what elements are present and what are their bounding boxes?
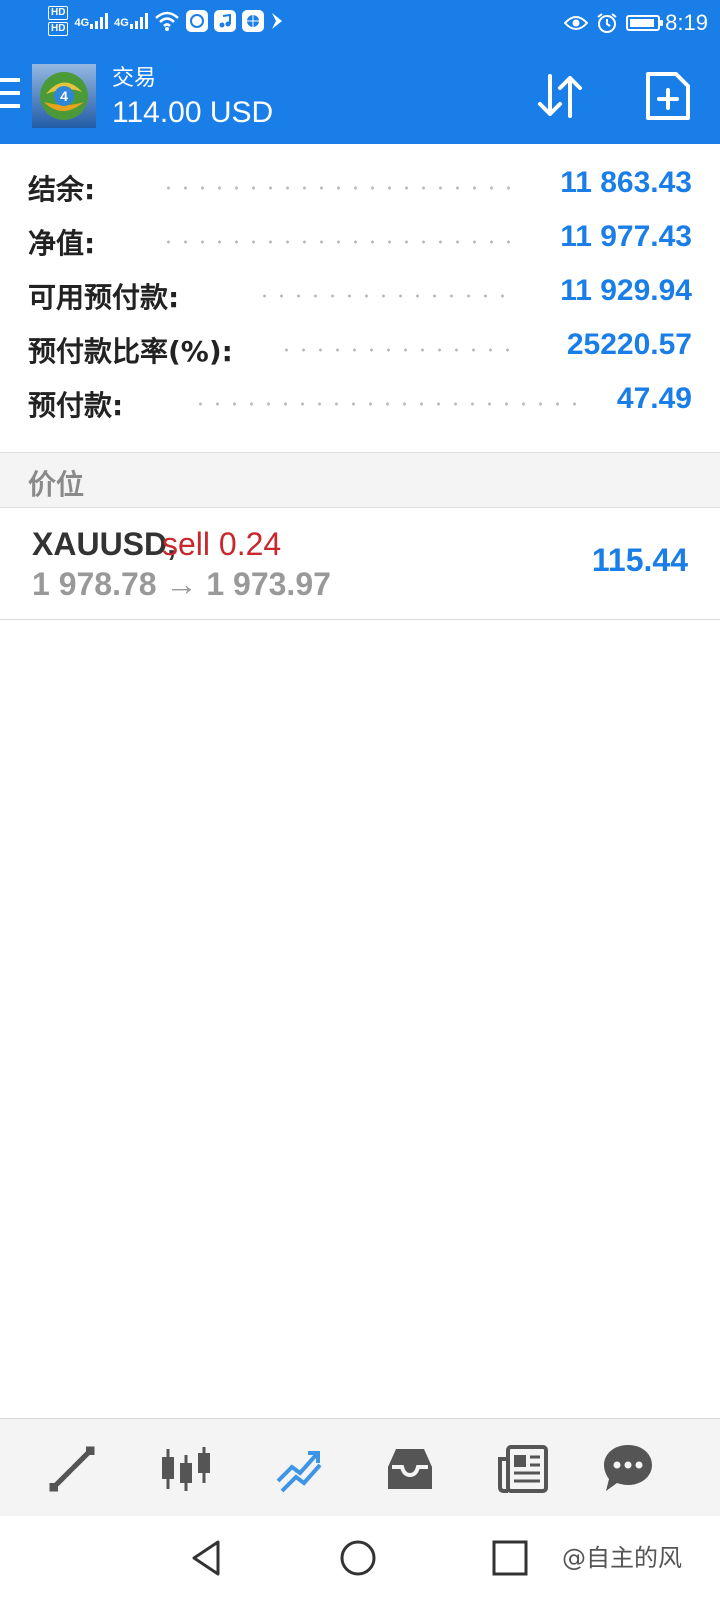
- hd-badge: HD: [48, 6, 69, 20]
- dotted-leader: [160, 240, 512, 244]
- wifi-icon: [154, 11, 179, 31]
- dotted-leader: [256, 294, 512, 298]
- account-profit: 114.00 USD: [112, 96, 274, 129]
- position-symbol: XAUUSD,: [32, 526, 177, 562]
- cell-signal-icon: 4G: [74, 13, 109, 29]
- position-prices: 1 978.78 → 1 973.97: [32, 566, 331, 602]
- battery-icon: [626, 15, 663, 31]
- network-type: 4G: [114, 17, 129, 29]
- dotted-leader: [160, 186, 512, 190]
- summary-label: 结余:: [28, 173, 96, 206]
- position-row[interactable]: XAUUSD, sell 0.24 1 978.78 → 1 973.97 11…: [0, 508, 720, 620]
- back-icon[interactable]: [184, 1536, 228, 1580]
- new-order-icon[interactable]: [644, 70, 692, 122]
- summary-label: 可用预付款:: [28, 281, 180, 314]
- summary-label: 净值:: [28, 227, 96, 260]
- summary-label: 预付款:: [28, 389, 124, 422]
- browser-icon: [241, 10, 264, 32]
- status-left: HD HD 4G 4G: [48, 6, 284, 36]
- status-bar: HD HD 4G 4G 8:19: [0, 0, 720, 48]
- summary-row-balance: 结余: 11 863.43: [0, 158, 720, 212]
- chat-icon[interactable]: [600, 1441, 656, 1497]
- bottom-navigation: [0, 1418, 720, 1516]
- summary-value: 11 977.43: [560, 220, 692, 253]
- summary-value: 11 929.94: [560, 274, 692, 307]
- hd-indicators: HD HD: [48, 6, 69, 36]
- eye-icon: [564, 16, 588, 30]
- status-right: [564, 12, 663, 34]
- position-profit: 115.44: [591, 542, 688, 578]
- position-side: sell 0.24: [162, 526, 282, 562]
- dotted-leader: [278, 348, 518, 352]
- account-summary: 结余: 11 863.43 净值: 11 977.43 可用预付款: 11 92…: [0, 158, 720, 428]
- clock: 8:19: [665, 10, 708, 35]
- svg-text:4: 4: [60, 88, 68, 104]
- sort-icon[interactable]: [534, 70, 586, 122]
- watermark: @自主的风: [562, 1544, 682, 1572]
- trade-icon[interactable]: [270, 1441, 326, 1497]
- quotes-icon[interactable]: [44, 1441, 100, 1497]
- positions-section-header: 价位: [0, 452, 720, 508]
- music-icon: [213, 10, 236, 32]
- summary-row-margin: 预付款: 47.49: [0, 374, 720, 428]
- summary-label: 预付款比率(%):: [28, 335, 233, 368]
- notification-app-icon: [185, 10, 208, 32]
- recents-icon[interactable]: [488, 1536, 532, 1580]
- news-icon[interactable]: [496, 1441, 552, 1497]
- network-type: 4G: [74, 17, 90, 29]
- dotted-leader: [192, 402, 576, 406]
- home-icon[interactable]: [336, 1536, 380, 1580]
- history-icon[interactable]: [382, 1441, 438, 1497]
- summary-value: 47.49: [616, 382, 692, 415]
- cell-signal-icon: 4G: [114, 13, 148, 29]
- summary-value: 11 863.43: [560, 166, 692, 199]
- menu-icon[interactable]: [0, 78, 20, 108]
- summary-row-margin-level: 预付款比率(%): 25220.57: [0, 320, 720, 374]
- metatrader-logo: 4: [32, 64, 96, 128]
- hd-badge: HD: [48, 22, 69, 36]
- page-title: 交易: [112, 66, 157, 91]
- summary-value: 25220.57: [566, 328, 692, 361]
- summary-row-equity: 净值: 11 977.43: [0, 212, 720, 266]
- app-bar: 4 交易 114.00 USD: [0, 48, 720, 144]
- alarm-icon: [597, 13, 617, 33]
- chart-icon[interactable]: [158, 1441, 214, 1497]
- section-title: 价位: [28, 468, 85, 501]
- arrow-notification-icon: [271, 13, 282, 29]
- system-navigation: @自主的风: [0, 1516, 720, 1600]
- summary-row-free-margin: 可用预付款: 11 929.94: [0, 266, 720, 320]
